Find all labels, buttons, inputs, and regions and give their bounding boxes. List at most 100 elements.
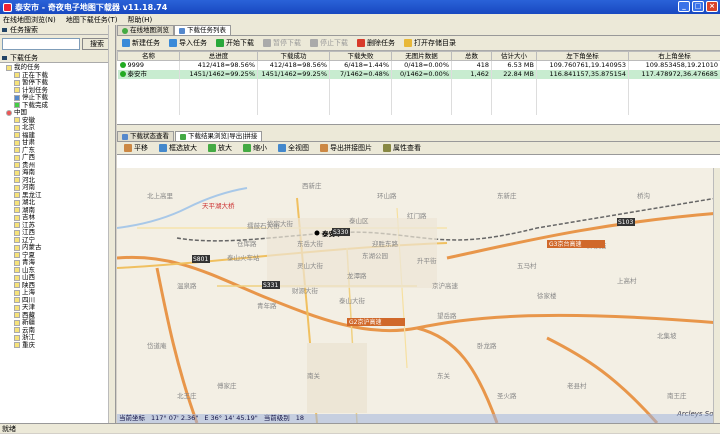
column-header[interactable]: 无图片数据 <box>392 52 452 61</box>
column-header[interactable]: 总进度 <box>180 52 258 61</box>
region-item[interactable]: 重庆 <box>0 342 115 350</box>
map-tool-5[interactable]: 导出拼接图片 <box>317 143 375 153</box>
region-item[interactable]: 安徽 <box>0 117 115 125</box>
task-tree-item[interactable]: 计划任务 <box>0 87 115 95</box>
toolbar-button-1[interactable]: 导入任务 <box>166 38 210 48</box>
task-tree-item[interactable]: 我的任务 <box>0 64 115 72</box>
svg-text:望岳路: 望岳路 <box>437 311 457 320</box>
region-item[interactable]: 江西 <box>0 229 115 237</box>
folder-icon <box>14 245 20 251</box>
map-tool-0[interactable]: 平移 <box>121 143 151 153</box>
region-item[interactable]: 福建 <box>0 132 115 140</box>
folder-icon <box>14 275 20 281</box>
toolbar-button-3[interactable]: 暂停下载 <box>260 38 304 48</box>
region-item[interactable]: 新疆 <box>0 319 115 327</box>
region-item[interactable]: 海南 <box>0 169 115 177</box>
menu-download-task[interactable]: 地图下载任务(T) <box>66 15 118 25</box>
region-item[interactable]: 内蒙古 <box>0 244 115 252</box>
toolbar-button-5[interactable]: 删除任务 <box>354 38 398 48</box>
map-tool-icon <box>208 144 216 152</box>
region-root[interactable]: 中国 <box>0 109 115 117</box>
region-item[interactable]: 湖南 <box>0 207 115 215</box>
region-item[interactable]: 江苏 <box>0 222 115 230</box>
folder-icon <box>14 230 20 236</box>
region-item[interactable]: 山西 <box>0 274 115 282</box>
list-icon <box>179 28 185 34</box>
svg-text:S330: S330 <box>333 229 348 236</box>
toolbar-icon <box>122 39 130 47</box>
column-header[interactable]: 下载失败 <box>330 52 392 61</box>
region-item[interactable]: 北京 <box>0 124 115 132</box>
toolbar-button-2[interactable]: 开始下载 <box>213 38 257 48</box>
toolbar-button-6[interactable]: 打开存储目录 <box>401 38 459 48</box>
toolbar-button-4[interactable]: 停止下载 <box>307 38 351 48</box>
sidebar-scrollbar[interactable] <box>108 25 115 423</box>
region-item[interactable]: 辽宁 <box>0 237 115 245</box>
region-item[interactable]: 陕西 <box>0 282 115 290</box>
map-view[interactable]: 泰安市 东岳大街 泰山区 迎胜东路 东湖公园 岱宗大街 天平湖大桥 灵山大街 泰… <box>117 168 720 423</box>
folder-icon <box>14 125 20 131</box>
region-item[interactable]: 广东 <box>0 147 115 155</box>
maximize-button[interactable]: □ <box>692 1 704 12</box>
tab-download-status[interactable]: 下载状态查看 <box>117 131 174 141</box>
region-item[interactable]: 黑龙江 <box>0 192 115 200</box>
map-tool-1[interactable]: 框选放大 <box>156 143 200 153</box>
map-tool-3[interactable]: 缩小 <box>240 143 270 153</box>
sidebar: 任务搜索 搜索 下载任务 我的任务正在下载暂停下载计划任务停止下载下载完成中国安… <box>0 25 116 423</box>
region-item[interactable]: 湖北 <box>0 199 115 207</box>
minimize-button[interactable]: _ <box>678 1 690 12</box>
svg-text:上高村: 上高村 <box>617 276 637 285</box>
table-row[interactable]: 9999412/418=98.56%412/418=98.56%6/418=1.… <box>118 61 720 71</box>
toolbar-icon <box>310 39 318 47</box>
tab-download-result[interactable]: 下载结果浏览|导出|拼接 <box>175 131 262 141</box>
map-scrollbar[interactable] <box>713 168 720 423</box>
column-header[interactable]: 总数 <box>452 52 492 61</box>
svg-text:S103: S103 <box>618 219 633 226</box>
region-item[interactable]: 天津 <box>0 304 115 312</box>
window-title: 泰安市 - 奇夜电子地图下载器 v11.18.74 <box>15 2 167 13</box>
menu-help[interactable]: 帮助(H) <box>127 15 152 25</box>
toolbar-button-0[interactable]: 新建任务 <box>119 38 163 48</box>
column-header[interactable]: 右上角坐标 <box>629 52 720 61</box>
region-item[interactable]: 广西 <box>0 154 115 162</box>
map-canvas[interactable]: 泰安市 东岳大街 泰山区 迎胜东路 东湖公园 岱宗大街 天平湖大桥 灵山大街 泰… <box>117 168 720 423</box>
svg-text:东湖公园: 东湖公园 <box>362 251 388 260</box>
column-header[interactable]: 估计大小 <box>492 52 537 61</box>
column-header[interactable]: 左下角坐标 <box>537 52 629 61</box>
tab-online-map[interactable]: 在线地图浏览 <box>117 25 174 35</box>
svg-text:东新庄: 东新庄 <box>497 191 517 200</box>
folder-icon <box>14 215 20 221</box>
folder-icon <box>14 95 20 101</box>
region-item[interactable]: 上海 <box>0 289 115 297</box>
region-item[interactable]: 西藏 <box>0 312 115 320</box>
close-button[interactable]: × <box>706 1 718 12</box>
column-header[interactable]: 下载成功 <box>258 52 330 61</box>
task-tree-item[interactable]: 暂停下载 <box>0 79 115 87</box>
region-item[interactable]: 贵州 <box>0 162 115 170</box>
task-tree-item[interactable]: 正在下载 <box>0 72 115 80</box>
region-item[interactable]: 河南 <box>0 184 115 192</box>
region-item[interactable]: 宁夏 <box>0 252 115 260</box>
region-item[interactable]: 青海 <box>0 259 115 267</box>
tab-download-list[interactable]: 下载任务列表 <box>174 25 231 35</box>
column-header[interactable]: 名称 <box>118 52 180 61</box>
region-item[interactable]: 吉林 <box>0 214 115 222</box>
region-item[interactable]: 四川 <box>0 297 115 305</box>
task-tree-item[interactable]: 停止下载 <box>0 94 115 102</box>
menu-online-map[interactable]: 在线地图浏览(N) <box>3 15 56 25</box>
svg-text:升平街: 升平街 <box>417 256 437 265</box>
region-item[interactable]: 河北 <box>0 177 115 185</box>
region-item[interactable]: 浙江 <box>0 334 115 342</box>
folder-icon <box>14 192 20 198</box>
map-tool-6[interactable]: 属性查看 <box>380 143 424 153</box>
table-row[interactable]: 泰安市1451/1462=99.25%1451/1462=99.25%7/146… <box>118 70 720 79</box>
region-item[interactable]: 山东 <box>0 267 115 275</box>
region-item[interactable]: 甘肃 <box>0 139 115 147</box>
svg-text:龙潭路: 龙潭路 <box>347 271 367 280</box>
map-tool-4[interactable]: 全视图 <box>275 143 312 153</box>
region-item[interactable]: 云南 <box>0 327 115 335</box>
map-tool-2[interactable]: 放大 <box>205 143 235 153</box>
task-search-input[interactable] <box>2 38 80 50</box>
folder-icon <box>14 185 20 191</box>
task-toolbar: 新建任务导入任务开始下载暂停下载停止下载删除任务打开存储目录 <box>117 36 720 51</box>
